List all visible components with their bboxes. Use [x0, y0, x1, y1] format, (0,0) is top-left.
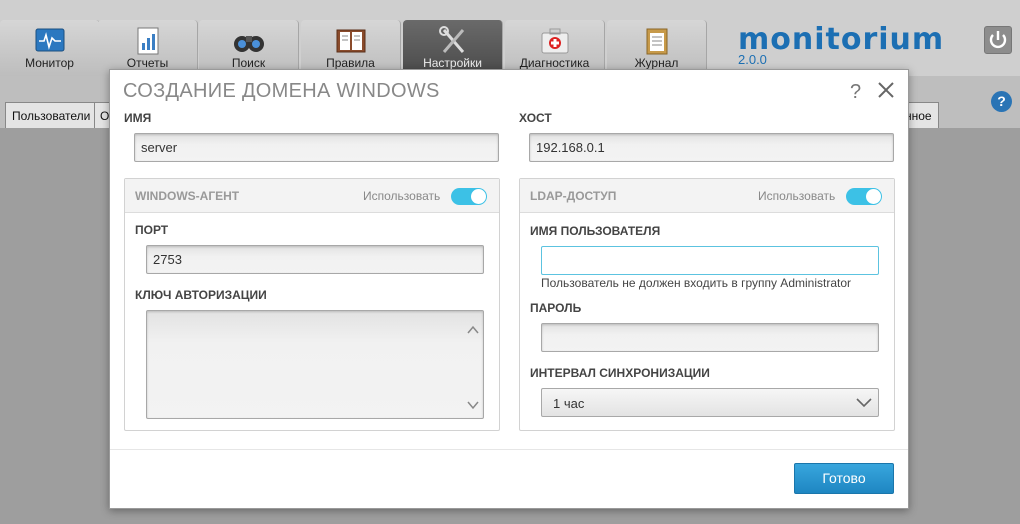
clipboard-icon: [646, 28, 667, 55]
port-label: ПОРТ: [135, 223, 169, 237]
dialog-help-icon[interactable]: ?: [850, 81, 861, 104]
tools-icon: [438, 26, 464, 53]
rules-book-icon: [336, 29, 365, 53]
tab-rules[interactable]: Правила: [301, 20, 401, 76]
auth-key-textarea[interactable]: [146, 310, 484, 419]
username-hint: Пользователь не должен входить в группу …: [541, 276, 851, 290]
sync-interval-select[interactable]: 1 час: [541, 388, 879, 417]
reports-icon: [137, 27, 158, 55]
main-toolbar: Монитор Отчеты Поиск Правила Настройки Д…: [0, 0, 1020, 76]
app-version: 2.0.0: [738, 52, 767, 67]
name-label: ИМЯ: [124, 111, 152, 125]
first-aid-icon: [541, 28, 568, 54]
windows-agent-panel: WINDOWS-АГЕНТ Использовать ПОРТ КЛЮЧ АВТ…: [124, 178, 500, 431]
app-logo: monitorium: [738, 22, 945, 57]
tab-journal[interactable]: Журнал: [607, 20, 707, 76]
ldap-header: LDAP-ДОСТУП Использовать: [520, 179, 894, 213]
power-button[interactable]: [984, 26, 1012, 54]
username-input[interactable]: [541, 246, 879, 275]
ldap-panel: LDAP-ДОСТУП Использовать ИМЯ ПОЛЬЗОВАТЕЛ…: [519, 178, 895, 431]
ldap-toggle[interactable]: [846, 188, 882, 205]
power-icon: [989, 31, 1007, 49]
footer-divider: [110, 449, 908, 450]
tab-search[interactable]: Поиск: [199, 20, 299, 76]
monitor-icon: [35, 28, 64, 52]
help-icon[interactable]: ?: [991, 91, 1012, 112]
tab-monitor[interactable]: Монитор: [0, 20, 100, 76]
tab-settings[interactable]: Настройки: [403, 20, 503, 76]
password-label: ПАРОЛЬ: [530, 301, 582, 315]
sync-interval-label: ИНТЕРВАЛ СИНХРОНИЗАЦИИ: [530, 366, 710, 380]
create-domain-dialog: СОЗДАНИЕ ДОМЕНА WINDOWS ? ИМЯ ХОСТ WINDO…: [109, 69, 909, 509]
scroll-up-icon[interactable]: [467, 325, 479, 335]
subtab-users[interactable]: Пользователи: [5, 102, 98, 128]
windows-agent-toggle[interactable]: [451, 188, 487, 205]
scroll-down-icon[interactable]: [467, 400, 479, 410]
windows-agent-title: WINDOWS-АГЕНТ: [135, 189, 240, 203]
auth-key-label: КЛЮЧ АВТОРИЗАЦИИ: [135, 288, 267, 302]
ldap-title: LDAP-ДОСТУП: [530, 189, 617, 203]
username-label: ИМЯ ПОЛЬЗОВАТЕЛЯ: [530, 224, 661, 238]
host-input[interactable]: [529, 133, 894, 162]
sync-interval-value: 1 час: [553, 396, 585, 411]
host-label: ХОСТ: [519, 111, 552, 125]
password-input[interactable]: [541, 323, 879, 352]
name-input[interactable]: [134, 133, 499, 162]
chevron-down-icon: [856, 398, 872, 408]
tab-reports[interactable]: Отчеты: [98, 20, 198, 76]
windows-agent-header: WINDOWS-АГЕНТ Использовать: [125, 179, 499, 213]
binoculars-icon: [233, 36, 264, 52]
toggle-knob: [866, 189, 881, 204]
subtab-partial-left[interactable]: О: [94, 102, 110, 128]
ldap-use-label: Использовать: [758, 189, 836, 203]
done-button[interactable]: Готово: [794, 463, 894, 494]
dialog-title: СОЗДАНИЕ ДОМЕНА WINDOWS: [123, 80, 440, 102]
close-icon[interactable]: [876, 80, 896, 100]
toggle-knob: [471, 189, 486, 204]
port-input[interactable]: [146, 245, 484, 274]
tab-diagnostics[interactable]: Диагностика: [505, 20, 605, 76]
windows-agent-use-label: Использовать: [363, 189, 441, 203]
